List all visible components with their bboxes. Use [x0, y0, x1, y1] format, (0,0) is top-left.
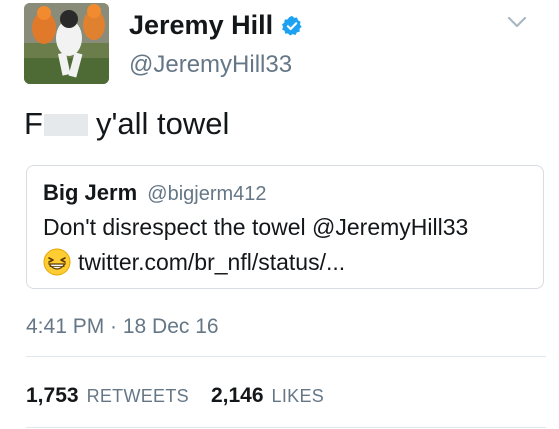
likes-label: LIKES — [271, 386, 325, 406]
divider — [26, 356, 546, 357]
author-handle[interactable]: @JeremyHill33 — [129, 51, 292, 79]
tweet-timestamp[interactable]: 4:41 PM · 18 Dec 16 — [26, 315, 219, 339]
quoted-tweet-header: Big Jerm @bigjerm412 — [43, 180, 267, 206]
author-name[interactable]: Jeremy Hill — [129, 10, 273, 41]
tweet-stats: 1,753 RETWEETS 2,146 LIKES — [26, 384, 324, 408]
divider — [26, 427, 546, 428]
quoted-tweet-text: Don't disrespect the towel @JeremyHill33 — [43, 214, 469, 240]
quoted-tweet-link-row: twitter.com/br_nfl/status/... — [43, 248, 345, 276]
grinning-squinting-face-emoji-icon — [43, 248, 71, 276]
avatar-image — [24, 3, 109, 84]
quoted-tweet-card[interactable]: Big Jerm @bigjerm412 Don't disrespect th… — [26, 165, 544, 289]
chevron-down-icon[interactable] — [506, 14, 528, 30]
author-name-row[interactable]: Jeremy Hill — [129, 10, 303, 41]
tweet-text-start: F — [24, 106, 43, 141]
quoted-author-name: Big Jerm — [43, 180, 138, 205]
tweet-text: F y'all towel — [24, 106, 229, 142]
likes-stat[interactable]: 2,146 LIKES — [211, 384, 324, 408]
quoted-tweet-link[interactable]: twitter.com/br_nfl/status/... — [78, 249, 345, 276]
avatar[interactable] — [24, 3, 109, 84]
quoted-author-handle: @bigjerm412 — [147, 183, 267, 205]
tweet-text-end: y'all towel — [95, 106, 230, 141]
retweets-count: 1,753 — [26, 384, 79, 407]
likes-count: 2,146 — [210, 384, 264, 407]
censor-blur — [43, 114, 88, 136]
verified-badge-icon — [282, 15, 302, 36]
retweets-label: RETWEETS — [86, 386, 189, 406]
retweets-stat[interactable]: 1,753 RETWEETS — [26, 384, 189, 408]
